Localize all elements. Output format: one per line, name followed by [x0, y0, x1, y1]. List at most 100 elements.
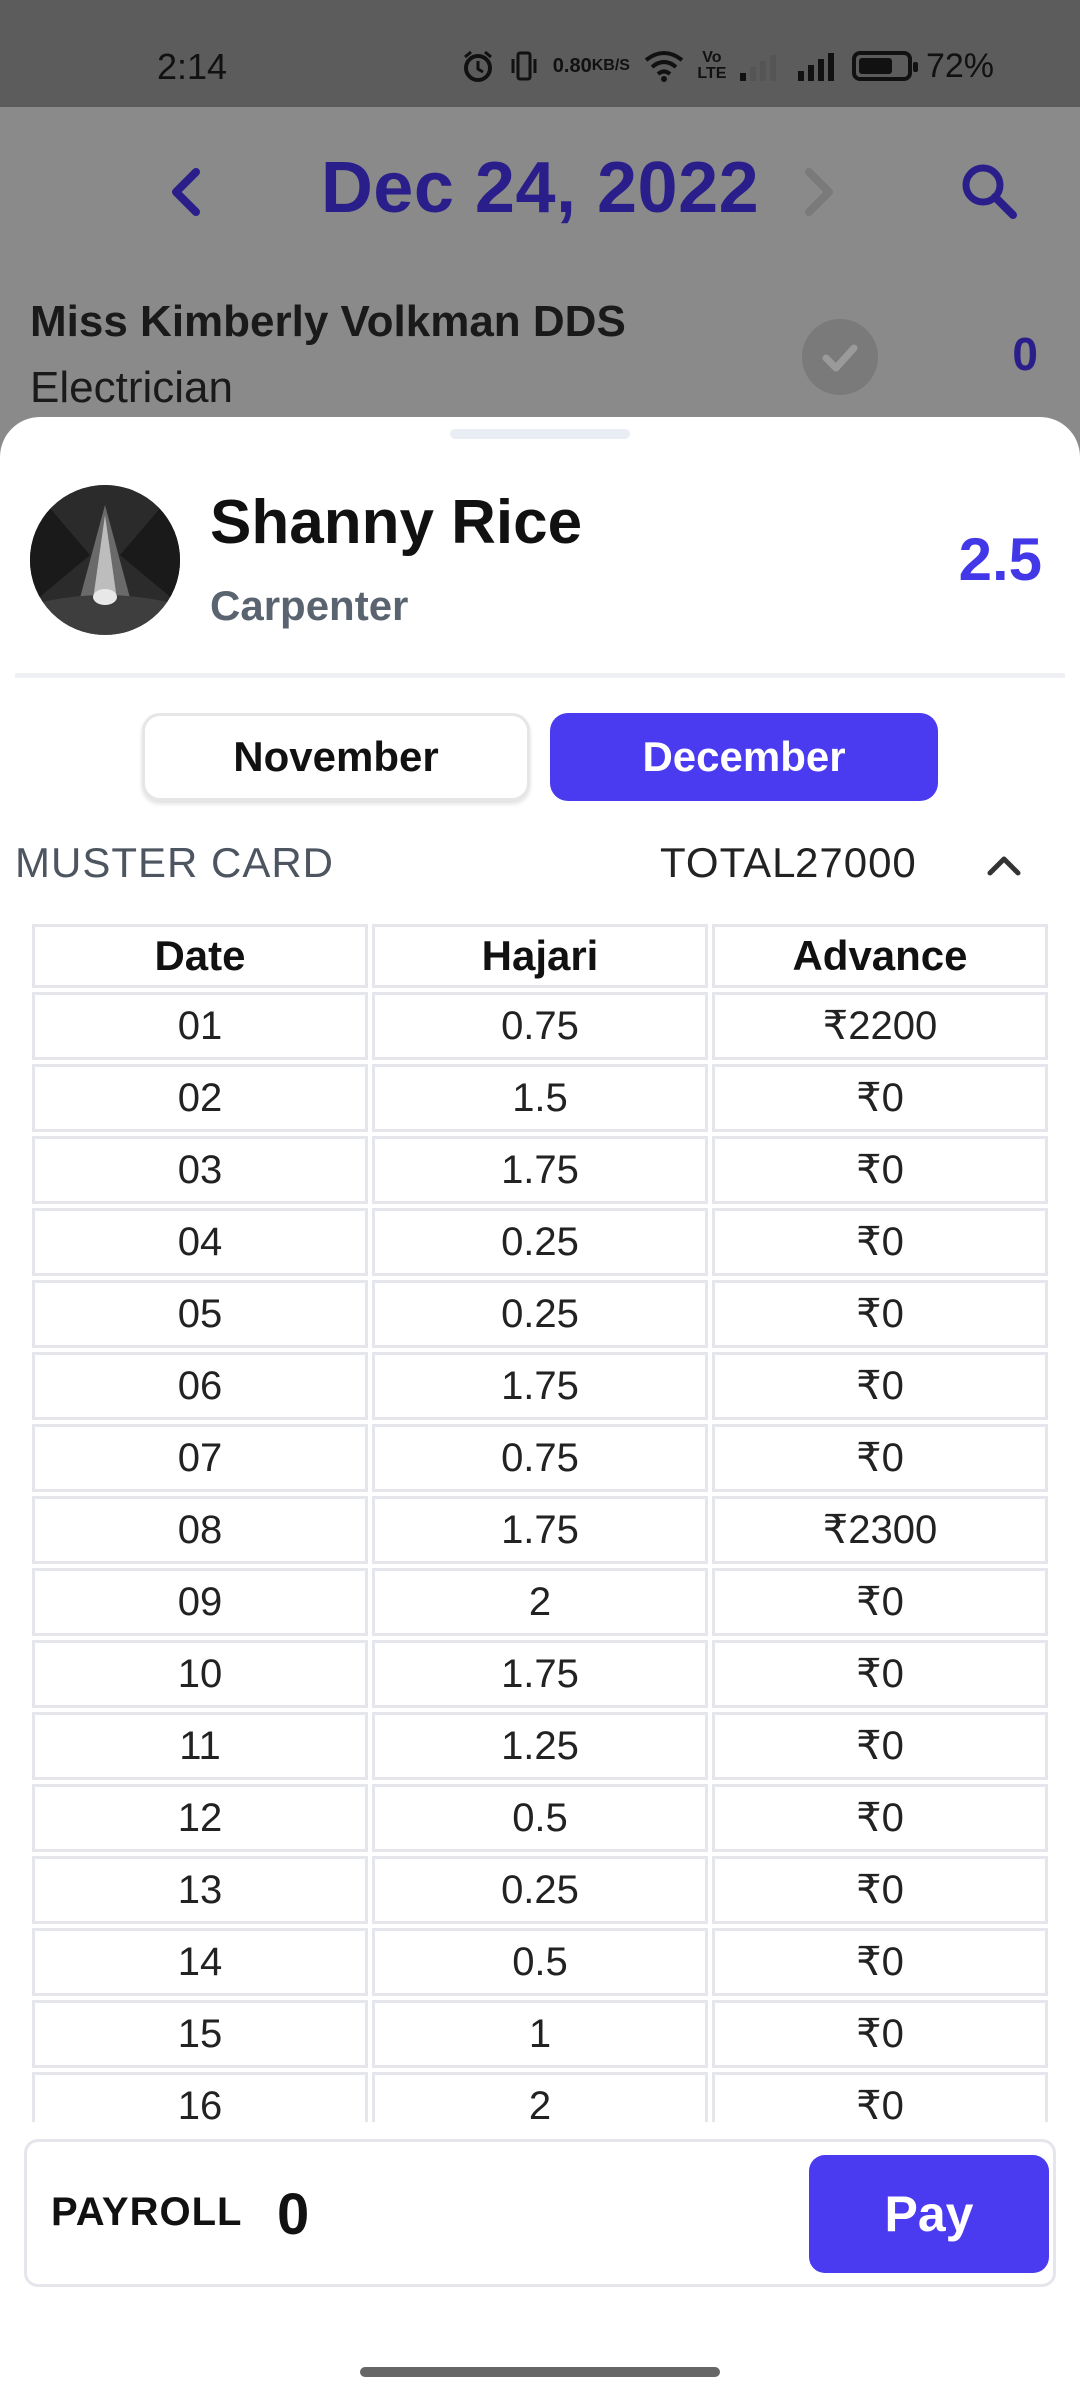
table-row: 03 1.75 ₹0 — [32, 1136, 1048, 1204]
table-row: 12 0.5 ₹0 — [32, 1784, 1048, 1852]
hajari-cell: 1.75 — [372, 1352, 708, 1420]
tab-december[interactable]: December — [550, 713, 938, 801]
chevron-up-icon[interactable] — [978, 841, 1030, 889]
wifi-icon — [644, 50, 684, 82]
vibrate-icon — [509, 49, 539, 83]
date-cell: 09 — [32, 1568, 368, 1636]
background-worker-name: Miss Kimberly Volkman DDS — [30, 297, 626, 346]
date-cell: 16 — [32, 2072, 368, 2122]
check-icon — [802, 319, 878, 395]
hajari-cell: 1.75 — [372, 1496, 708, 1564]
advance-cell: ₹0 — [712, 1856, 1048, 1924]
table-row: 08 1.75 ₹2300 — [32, 1496, 1048, 1564]
payroll-bar: PAYROLL Pay — [24, 2139, 1056, 2287]
table-row: 02 1.5 ₹0 — [32, 1064, 1048, 1132]
date-cell: 11 — [32, 1712, 368, 1780]
background-worker-role: Electrician — [30, 363, 233, 412]
pay-button[interactable]: Pay — [809, 2155, 1049, 2273]
net-speed-unit: KB/S — [591, 57, 630, 74]
muster-table-container[interactable]: Date Hajari Advance 01 0.75 ₹2200 02 1.5 ₹0 … — [30, 922, 1050, 2122]
table-row: 11 1.25 ₹0 — [32, 1712, 1048, 1780]
advance-cell: ₹0 — [712, 1424, 1048, 1492]
date-cell: 08 — [32, 1496, 368, 1564]
hajari-cell: 0.25 — [372, 1856, 708, 1924]
hajari-cell: 0.5 — [372, 1928, 708, 1996]
hajari-cell: 1.5 — [372, 1064, 708, 1132]
muster-card-header: MUSTER CARD TOTAL 27000 — [0, 835, 1080, 895]
advance-cell: ₹0 — [712, 1568, 1048, 1636]
table-row: 04 0.25 ₹0 — [32, 1208, 1048, 1276]
table-row: 06 1.75 ₹0 — [32, 1352, 1048, 1420]
muster-total-label: TOTAL — [660, 839, 797, 886]
hajari-cell: 2 — [372, 1568, 708, 1636]
table-row: 16 2 ₹0 — [32, 2072, 1048, 2122]
divider — [15, 673, 1065, 678]
battery-percent: 72% — [925, 46, 994, 85]
advance-cell: ₹0 — [712, 1280, 1048, 1348]
muster-table: Date Hajari Advance 01 0.75 ₹2200 02 1.5 ₹0 … — [30, 922, 1050, 2122]
hajari-cell: 2 — [372, 2072, 708, 2122]
date-cell: 10 — [32, 1640, 368, 1708]
hajari-cell: 1.75 — [372, 1640, 708, 1708]
hajari-cell: 0.5 — [372, 1784, 708, 1852]
status-bar: 2:14 0.80 KB/S Vo LTE 72% — [0, 0, 1080, 107]
table-row: 14 0.5 ₹0 — [32, 1928, 1048, 1996]
advance-cell: ₹0 — [712, 1136, 1048, 1204]
avatar — [30, 485, 180, 635]
date-cell: 13 — [32, 1856, 368, 1924]
status-time: 2:14 — [157, 46, 228, 87]
date-cell: 05 — [32, 1280, 368, 1348]
month-tabs: November December — [0, 713, 1080, 805]
worker-name: Shanny Rice — [210, 488, 583, 557]
alarm-icon — [461, 49, 495, 83]
hajari-cell: 0.75 — [372, 1424, 708, 1492]
advance-cell: ₹0 — [712, 1352, 1048, 1420]
tab-november[interactable]: November — [142, 713, 530, 801]
worker-profile: Shanny Rice Carpenter 2.5 — [0, 417, 1080, 677]
table-header-row: Date Hajari Advance — [32, 924, 1048, 988]
date-title: Dec 24, 2022 — [320, 148, 760, 228]
table-row: 07 0.75 ₹0 — [32, 1424, 1048, 1492]
signal-icon — [797, 51, 838, 81]
net-speed: 0.80 KB/S — [552, 55, 630, 77]
net-speed-value: 0.80 — [552, 55, 592, 77]
advance-cell: ₹0 — [712, 2072, 1048, 2122]
hajari-cell: 0.75 — [372, 992, 708, 1060]
date-navigation: Dec 24, 2022 — [0, 107, 1080, 267]
date-cell: 01 — [32, 992, 368, 1060]
worker-bottom-sheet: Shanny Rice Carpenter 2.5 November Decem… — [0, 417, 1080, 2400]
advance-cell: ₹2200 — [712, 992, 1048, 1060]
hajari-cell: 1 — [372, 2000, 708, 2068]
home-indicator[interactable] — [360, 2367, 720, 2377]
background-worker-row: Miss Kimberly Volkman DDS Electrician 0 — [30, 297, 1050, 417]
column-header-date: Date — [32, 924, 368, 988]
advance-cell: ₹0 — [712, 1208, 1048, 1276]
advance-cell: ₹0 — [712, 1064, 1048, 1132]
volte-icon: Vo LTE — [697, 49, 727, 82]
table-row: 09 2 ₹0 — [32, 1568, 1048, 1636]
column-header-advance: Advance — [712, 924, 1048, 988]
advance-cell: ₹0 — [712, 1784, 1048, 1852]
date-cell: 02 — [32, 1064, 368, 1132]
payroll-amount-input[interactable] — [277, 2164, 807, 2264]
muster-card-title: MUSTER CARD — [15, 839, 335, 886]
worker-score: 2.5 — [958, 526, 1042, 593]
date-cell: 07 — [32, 1424, 368, 1492]
chevron-right-icon[interactable] — [795, 152, 845, 232]
background-worker-count: 0 — [1012, 328, 1038, 380]
advance-cell: ₹0 — [712, 2000, 1048, 2068]
table-row: 10 1.75 ₹0 — [32, 1640, 1048, 1708]
status-icons: 0.80 KB/S Vo LTE 72% — [461, 44, 994, 88]
hajari-cell: 0.25 — [372, 1208, 708, 1276]
advance-cell: ₹2300 — [712, 1496, 1048, 1564]
table-row: 15 1 ₹0 — [32, 2000, 1048, 2068]
date-cell: 03 — [32, 1136, 368, 1204]
muster-total-value: 27000 — [795, 839, 917, 886]
search-icon[interactable] — [955, 157, 1025, 227]
date-cell: 14 — [32, 1928, 368, 1996]
hajari-cell: 1.25 — [372, 1712, 708, 1780]
battery-fill — [858, 58, 893, 74]
advance-cell: ₹0 — [712, 1928, 1048, 1996]
date-cell: 12 — [32, 1784, 368, 1852]
battery-icon — [851, 51, 918, 81]
